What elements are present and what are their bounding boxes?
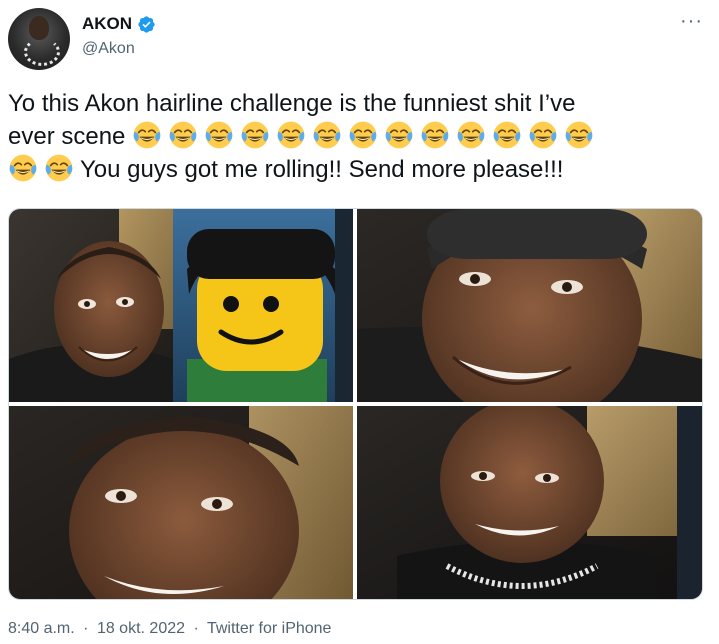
- tweet-text: Yo this Akon hairline challenge is the f…: [8, 88, 708, 186]
- media-image-1[interactable]: [9, 209, 353, 402]
- photo-akon-closeup-wide: [9, 406, 353, 599]
- tweet-source[interactable]: Twitter for iPhone: [207, 620, 332, 637]
- tweet: AKON @Akon ··· Yo this Akon hairline cha…: [0, 0, 719, 644]
- face-with-tears-of-joy-icon: [313, 121, 341, 149]
- tweet-text-line-3-suffix: You guys got me rolling!! Send more plea…: [80, 156, 564, 183]
- face-with-tears-of-joy-icon: [493, 121, 521, 149]
- face-with-tears-of-joy-icon: [169, 121, 197, 149]
- media-image-3[interactable]: [9, 406, 353, 599]
- tweet-text-line-2: ever scene: [8, 120, 708, 153]
- tweet-date[interactable]: 18 okt. 2022: [97, 620, 185, 637]
- face-with-tears-of-joy-icon: [457, 121, 485, 149]
- tweet-metadata: 8:40 a.m. · 18 okt. 2022 · Twitter for i…: [8, 620, 335, 638]
- face-with-tears-of-joy-icon: [205, 121, 233, 149]
- tweet-text-line-3: You guys got me rolling!! Send more plea…: [8, 153, 708, 186]
- more-options-icon[interactable]: ···: [680, 11, 703, 31]
- media-image-2[interactable]: [357, 209, 702, 402]
- face-with-tears-of-joy-icon: [385, 121, 413, 149]
- tweet-text-line-2-prefix: ever scene: [8, 123, 126, 150]
- separator: ·: [193, 620, 199, 637]
- display-name[interactable]: AKON: [82, 14, 132, 34]
- photo-akon-closeup-smile: [357, 209, 702, 402]
- face-with-tears-of-joy-icon: [529, 121, 557, 149]
- author-name-row[interactable]: AKON: [82, 14, 156, 34]
- media-image-4[interactable]: [357, 406, 702, 599]
- face-with-tears-of-joy-icon: [565, 121, 593, 149]
- tweet-time[interactable]: 8:40 a.m.: [8, 620, 75, 637]
- emoji-row: [8, 154, 80, 183]
- separator: ·: [83, 620, 89, 637]
- face-with-tears-of-joy-icon: [133, 121, 161, 149]
- author-handle[interactable]: @Akon: [82, 40, 135, 58]
- face-with-tears-of-joy-icon: [277, 121, 305, 149]
- tweet-text-line-1: Yo this Akon hairline challenge is the f…: [8, 90, 576, 117]
- emoji-row: [132, 121, 600, 150]
- face-with-tears-of-joy-icon: [45, 154, 73, 182]
- face-with-tears-of-joy-icon: [241, 121, 269, 149]
- photo-akon-smile-chain: [357, 406, 702, 599]
- photo-akon-with-lego-figure: [9, 209, 353, 402]
- face-with-tears-of-joy-icon: [349, 121, 377, 149]
- face-with-tears-of-joy-icon: [9, 154, 37, 182]
- avatar[interactable]: [8, 8, 70, 70]
- verified-badge-icon: [138, 15, 155, 33]
- face-with-tears-of-joy-icon: [421, 121, 449, 149]
- media-grid: [8, 208, 703, 600]
